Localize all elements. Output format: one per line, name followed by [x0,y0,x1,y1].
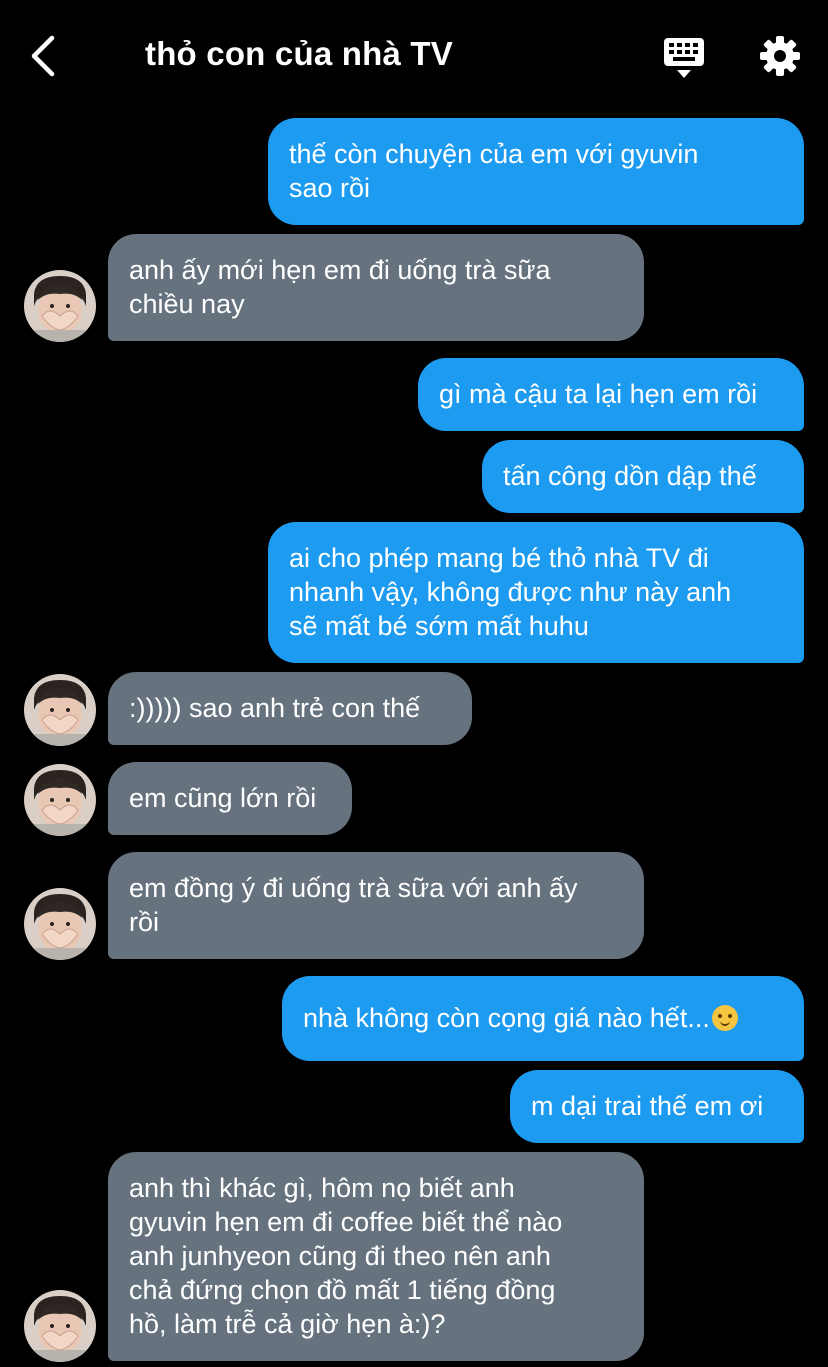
message-outgoing[interactable]: tấn công dồn dập thế [482,440,804,513]
avatar[interactable] [24,674,96,746]
keyboard-button[interactable] [660,36,708,80]
avatar[interactable] [24,270,96,342]
gear-icon [760,36,800,76]
message-incoming[interactable]: anh ấy mới hẹn em đi uống trà sữa chiều … [108,234,644,341]
message-text: anh ấy mới hẹn em đi uống trà sữa chiều … [129,255,551,319]
message-text: em đồng ý đi uống trà sữa với anh ấy rồi [129,873,578,937]
avatar[interactable] [24,1290,96,1362]
message-text: :))))) sao anh trẻ con thế [129,693,421,723]
settings-button[interactable] [758,34,802,78]
message-text: nhà không còn cọng giá nào hết... [303,1003,710,1033]
message-outgoing[interactable]: gì mà cậu ta lại hẹn em rồi [418,358,804,431]
message-text: m dại trai thế em ơi [531,1091,764,1121]
message-text: tấn công dồn dập thế [503,461,757,491]
message-incoming[interactable]: anh thì khác gì, hôm nọ biết anh gyuvin … [108,1152,644,1361]
avatar[interactable] [24,764,96,836]
chat-header: thỏ con của nhà TV [0,0,828,112]
message-outgoing[interactable]: nhà không còn cọng giá nào hết... [282,976,804,1061]
face-holding-back-tears-icon [711,1005,738,1031]
message-incoming[interactable]: :))))) sao anh trẻ con thế [108,672,472,745]
keyboard-icon [664,38,704,78]
message-outgoing[interactable]: ai cho phép mang bé thỏ nhà TV đi nhanh … [268,522,804,663]
chevron-left-icon [31,35,55,77]
message-text: em cũng lớn rồi [129,783,317,813]
conversation-title: thỏ con của nhà TV [145,35,453,72]
avatar[interactable] [24,888,96,960]
message-incoming[interactable]: em đồng ý đi uống trà sữa với anh ấy rồi [108,852,644,959]
message-outgoing[interactable]: m dại trai thế em ơi [510,1070,804,1143]
message-text: anh thì khác gì, hôm nọ biết anh gyuvin … [129,1173,563,1339]
back-button[interactable] [28,34,62,78]
message-text: thế còn chuyện của em với gyuvin sao rồi [289,139,699,203]
message-text: gì mà cậu ta lại hẹn em rồi [439,379,758,409]
message-outgoing[interactable]: thế còn chuyện của em với gyuvin sao rồi [268,118,804,225]
message-incoming[interactable]: em cũng lớn rồi [108,762,352,835]
message-text: ai cho phép mang bé thỏ nhà TV đi nhanh … [289,543,732,641]
